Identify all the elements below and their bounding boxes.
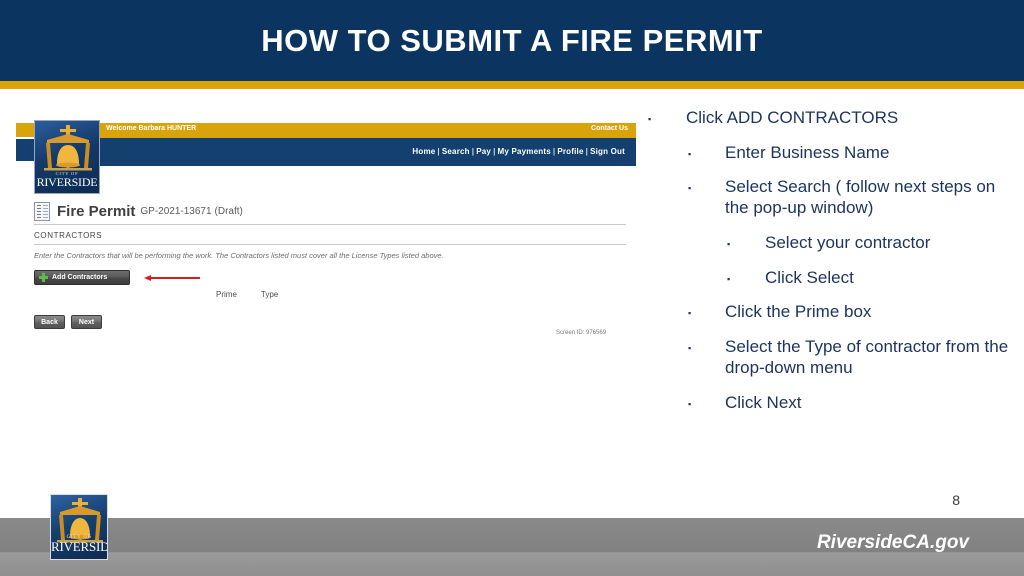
- bullet-marker-icon: ▪: [688, 148, 692, 159]
- list-item-label: Select your contractor: [765, 232, 931, 252]
- nav-item-home[interactable]: Home: [411, 147, 436, 156]
- list-item: ▪ Click Select: [648, 268, 1018, 289]
- bullet-marker-icon: ▪: [727, 238, 731, 249]
- callout-arrow-icon: [144, 275, 200, 281]
- permit-type-label: Fire Permit: [57, 203, 136, 220]
- divider-under-section-label: [34, 244, 626, 245]
- list-item: ▪ Select Search ( follow next steps on t…: [648, 177, 1018, 218]
- nav-item-sign-out[interactable]: Sign Out: [589, 147, 626, 156]
- footer-site-url: RiversideCA.gov: [816, 532, 969, 553]
- column-header-type: Type: [260, 290, 279, 299]
- list-item: ▪ Enter Business Name: [648, 143, 1018, 164]
- bullet-marker-icon: ▪: [688, 343, 692, 354]
- bell-icon: [35, 123, 99, 173]
- list-item-label: Enter Business Name: [725, 142, 890, 162]
- form-navigation-buttons: Back Next: [34, 315, 102, 329]
- welcome-user-label: Welcome Barbara HUNTER: [106, 125, 197, 132]
- bullet-marker-icon: ▪: [688, 398, 692, 409]
- page-number: 8: [952, 492, 960, 508]
- nav-links: Home | Search | Pay | My Payments | Profile | Sign…: [411, 147, 626, 156]
- riverside-logo-header: CITY OF RIVERSIDE: [34, 120, 100, 194]
- permit-number-label: GP-2021-13671: [140, 206, 212, 217]
- bullet-marker-icon: ▪: [727, 273, 731, 284]
- arrow-line: [150, 277, 200, 279]
- riverside-logo-footer: CITY OF RIVERSIDE: [50, 494, 108, 560]
- embedded-app-screenshot: CITY OF RIVERSIDE Welcome Barbara HUNTER…: [16, 120, 636, 370]
- instruction-list: ▪ Click ADD CONTRACTORS ▪ Enter Business…: [648, 108, 1018, 427]
- contact-us-link[interactable]: Contact Us: [591, 125, 628, 132]
- nav-item-my-payments[interactable]: My Payments: [497, 147, 552, 156]
- add-contractors-button[interactable]: Add Contractors: [34, 270, 130, 285]
- list-item-label: Click the Prime box: [725, 302, 872, 322]
- column-header-prime: Prime: [216, 290, 237, 299]
- contractors-instruction-text: Enter the Contractors that will be perfo…: [34, 251, 444, 260]
- app-top-gold-bar: Welcome Barbara HUNTER Contact Us: [100, 123, 636, 138]
- permit-status-label: (Draft): [214, 206, 243, 217]
- add-contractors-label: Add Contractors: [52, 274, 108, 281]
- contractors-table-headers: Prime Type: [216, 290, 278, 299]
- divider-under-permit-title: [34, 224, 626, 225]
- permit-heading: Fire Permit GP-2021-13671 (Draft): [34, 202, 243, 221]
- list-item-label: Select the Type of contractor from the d…: [725, 337, 1009, 377]
- list-item-label: Select Search ( follow next steps on the…: [725, 177, 996, 218]
- nav-separator: |: [493, 147, 496, 156]
- list-item: ▪ Click ADD CONTRACTORS: [648, 108, 1018, 129]
- list-item: ▪ Click Next: [648, 393, 1018, 414]
- next-button[interactable]: Next: [71, 315, 102, 329]
- list-item: ▪ Select your contractor: [648, 233, 1018, 254]
- bullet-marker-icon: ▪: [648, 114, 652, 124]
- document-icon: [34, 202, 50, 221]
- nav-item-search[interactable]: Search: [441, 147, 471, 156]
- list-item: ▪ Click the Prime box: [648, 302, 1018, 323]
- screen-id-label: Screen ID: 976569: [556, 330, 607, 336]
- plus-icon: [39, 273, 48, 282]
- app-navigation-bar: Home | Search | Pay | My Payments | Profile | Sign…: [100, 138, 636, 166]
- list-item: ▪ Select the Type of contractor from the…: [648, 337, 1018, 378]
- bullet-marker-icon: ▪: [688, 183, 692, 194]
- logo-name-text: RIVERSIDE: [36, 175, 98, 189]
- nav-item-profile[interactable]: Profile: [556, 147, 584, 156]
- contractors-section-label: CONTRACTORS: [34, 231, 103, 240]
- list-item-label: Click Next: [725, 392, 802, 412]
- logo-name-text: RIVERSIDE: [51, 539, 107, 554]
- bullet-marker-icon: ▪: [688, 308, 692, 319]
- nav-item-pay[interactable]: Pay: [475, 147, 492, 156]
- page-title: HOW TO SUBMIT A FIRE PERMIT: [261, 22, 763, 58]
- slide-title-band: HOW TO SUBMIT A FIRE PERMIT: [0, 0, 1024, 81]
- list-item-label: Click Select: [765, 267, 854, 287]
- title-gold-divider: [0, 81, 1024, 89]
- back-button[interactable]: Back: [34, 315, 65, 329]
- list-item-label: Click ADD CONTRACTORS: [686, 108, 899, 127]
